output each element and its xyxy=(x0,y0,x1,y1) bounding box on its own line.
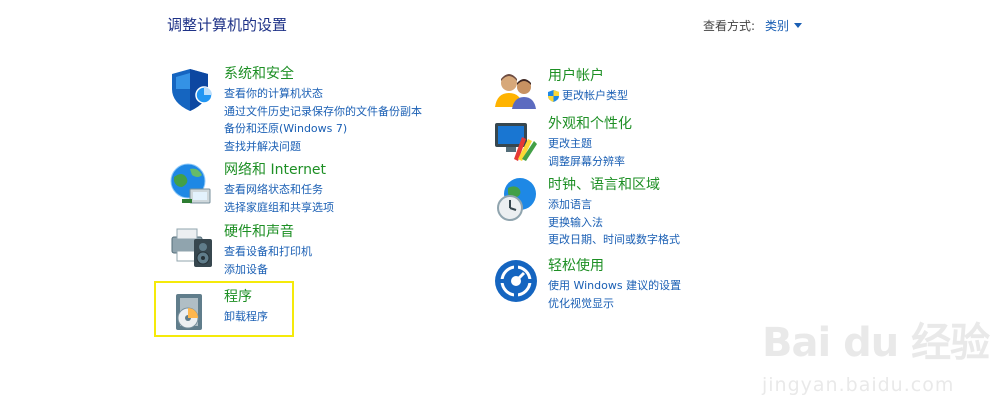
category-ease-of-access: 轻松使用 使用 Windows 建议的设置 优化视觉显示 xyxy=(492,257,681,312)
category-hardware-sound: 硬件和声音 查看设备和打印机 添加设备 xyxy=(168,223,312,278)
ease-of-access-icon[interactable] xyxy=(492,257,540,305)
chevron-down-icon xyxy=(794,23,802,28)
watermark-logo: Bai du 经验 xyxy=(762,320,990,366)
link-label: 更改帐户类型 xyxy=(562,89,628,102)
category-title[interactable]: 用户帐户 xyxy=(548,67,628,85)
view-by-dropdown[interactable]: 类别 xyxy=(765,17,802,34)
link-add-language[interactable]: 添加语言 xyxy=(548,196,680,214)
category-appearance: 外观和个性化 更改主题 调整屏幕分辨率 xyxy=(492,115,632,170)
category-system-security: 系统和安全 查看你的计算机状态 通过文件历史记录保存你的文件备份副本 备份和还原… xyxy=(168,65,422,155)
category-title[interactable]: 系统和安全 xyxy=(224,65,422,83)
category-title[interactable]: 硬件和声音 xyxy=(224,223,312,241)
category-title[interactable]: 轻松使用 xyxy=(548,257,681,275)
category-title[interactable]: 网络和 Internet xyxy=(224,161,334,179)
category-clock-region: 时钟、语言和区域 添加语言 更换输入法 更改日期、时间或数字格式 xyxy=(492,176,680,249)
view-by: 查看方式: 类别 xyxy=(703,17,802,34)
link-recommended-settings[interactable]: 使用 Windows 建议的设置 xyxy=(548,277,681,295)
watermark-url: jingyan.baidu.com xyxy=(762,374,955,396)
appearance-monitor-icon[interactable] xyxy=(492,115,540,163)
category-network: 网络和 Internet 查看网络状态和任务 选择家庭组和共享选项 xyxy=(168,161,334,216)
link-homegroup[interactable]: 选择家庭组和共享选项 xyxy=(224,199,334,217)
link-network-status[interactable]: 查看网络状态和任务 xyxy=(224,181,334,199)
link-check-status[interactable]: 查看你的计算机状态 xyxy=(224,85,422,103)
uac-shield-icon xyxy=(548,89,559,102)
link-change-theme[interactable]: 更改主题 xyxy=(548,135,632,153)
clock-globe-icon[interactable] xyxy=(492,176,540,224)
link-date-time-format[interactable]: 更改日期、时间或数字格式 xyxy=(548,231,680,249)
highlight-box xyxy=(154,281,294,337)
shield-security-icon[interactable] xyxy=(168,65,216,113)
page-title: 调整计算机的设置 xyxy=(167,16,288,34)
network-globe-icon[interactable] xyxy=(168,161,216,209)
baidu-watermark: Bai du 经验 jingyan.baidu.com xyxy=(762,300,992,405)
category-user-accounts: 用户帐户 更改帐户类型 xyxy=(492,67,628,115)
link-devices-printers[interactable]: 查看设备和打印机 xyxy=(224,243,312,261)
category-title[interactable]: 时钟、语言和区域 xyxy=(548,176,680,194)
printer-speaker-icon[interactable] xyxy=(168,223,216,271)
link-optimize-visual[interactable]: 优化视觉显示 xyxy=(548,295,681,313)
link-backup-restore[interactable]: 备份和还原(Windows 7) xyxy=(224,120,422,138)
link-change-account-type[interactable]: 更改帐户类型 xyxy=(548,87,628,105)
link-screen-resolution[interactable]: 调整屏幕分辨率 xyxy=(548,153,632,171)
view-by-value: 类别 xyxy=(764,19,789,33)
link-change-input[interactable]: 更换输入法 xyxy=(548,214,680,232)
link-file-history[interactable]: 通过文件历史记录保存你的文件备份副本 xyxy=(224,103,422,121)
view-by-label: 查看方式: xyxy=(702,19,755,33)
link-troubleshoot[interactable]: 查找并解决问题 xyxy=(224,138,422,156)
users-icon[interactable] xyxy=(492,67,540,115)
category-title[interactable]: 外观和个性化 xyxy=(548,115,632,133)
link-add-device[interactable]: 添加设备 xyxy=(224,261,312,279)
